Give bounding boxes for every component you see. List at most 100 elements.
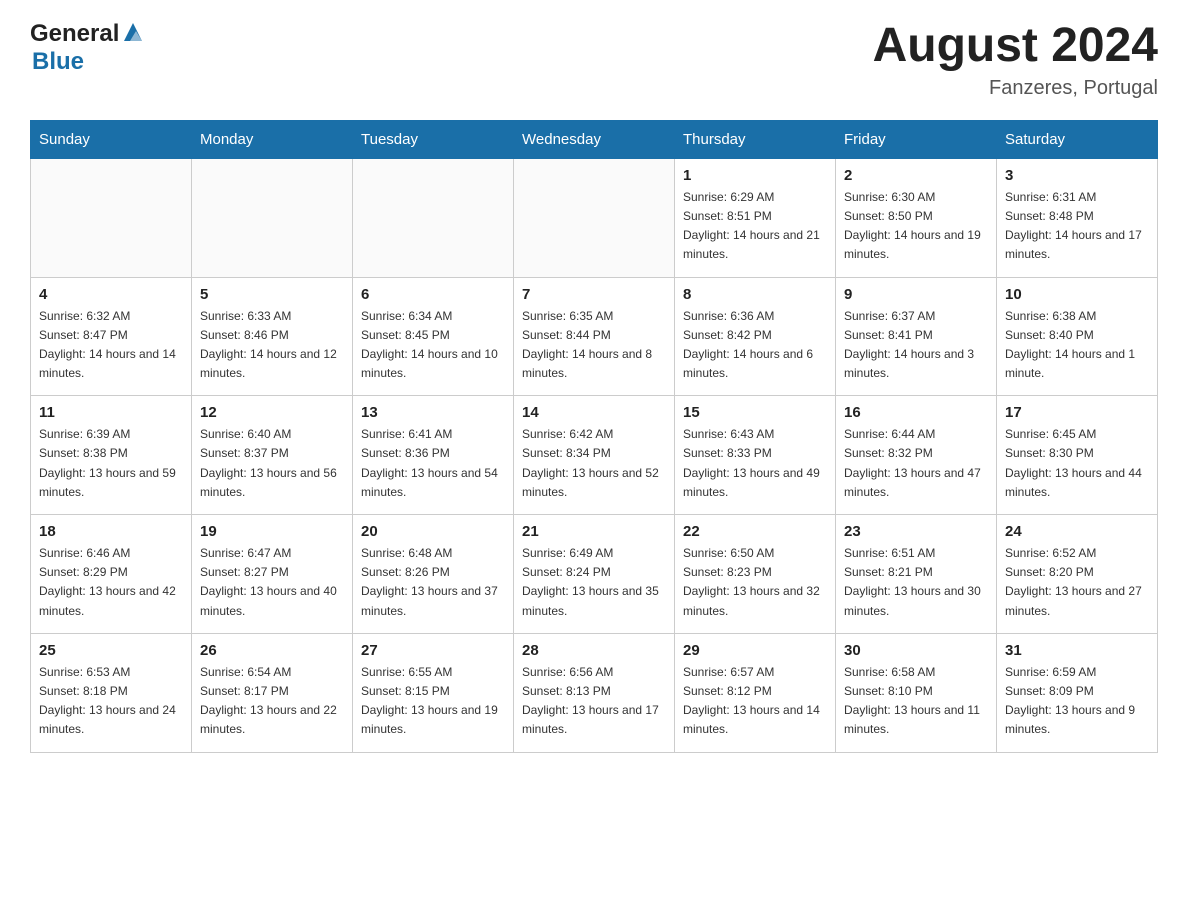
calendar-cell: 13 Sunrise: 6:41 AMSunset: 8:36 PMDayligh… (353, 396, 514, 515)
week-row-3: 11Sunrise: 6:39 AMSunset: 8:38 PMDayligh… (31, 396, 1158, 515)
day-number: 31 (1005, 642, 1149, 659)
day-number: 23 (844, 523, 988, 540)
day-info: Sunrise: 6:44 AMSunset: 8:32 PMDaylight:… (844, 425, 988, 502)
calendar-cell: 15 Sunrise: 6:43 AMSunset: 8:33 PMDayligh… (675, 396, 836, 515)
weekday-header-thursday: Thursday (675, 120, 836, 158)
day-info: Sunrise: 6:36 AMSunset: 8:42 PMDaylight:… (683, 307, 827, 384)
day-info: Sunrise: 6:43 AMSunset: 8:33 PMDaylight:… (683, 425, 827, 502)
weekday-header-monday: Monday (192, 120, 353, 158)
day-info: Sunrise: 6:32 AMSunset: 8:47 PMDaylight:… (39, 307, 183, 384)
day-info: Sunrise: 6:46 AMSunset: 8:29 PMDaylight:… (39, 544, 183, 621)
calendar-cell: 2 Sunrise: 6:30 AMSunset: 8:50 PMDaylight… (836, 158, 997, 277)
day-number: 8 (683, 286, 827, 303)
calendar-cell: 9 Sunrise: 6:37 AMSunset: 8:41 PMDaylight… (836, 277, 997, 396)
calendar-cell (353, 158, 514, 277)
day-info: Sunrise: 6:30 AMSunset: 8:50 PMDaylight:… (844, 188, 988, 265)
day-info: Sunrise: 6:56 AMSunset: 8:13 PMDaylight:… (522, 663, 666, 740)
calendar-cell: 16 Sunrise: 6:44 AMSunset: 8:32 PMDayligh… (836, 396, 997, 515)
day-info: Sunrise: 6:57 AMSunset: 8:12 PMDaylight:… (683, 663, 827, 740)
day-info: Sunrise: 6:38 AMSunset: 8:40 PMDaylight:… (1005, 307, 1149, 384)
day-number: 24 (1005, 523, 1149, 540)
day-info: Sunrise: 6:55 AMSunset: 8:15 PMDaylight:… (361, 663, 505, 740)
weekday-header-wednesday: Wednesday (514, 120, 675, 158)
calendar-cell: 31Sunrise: 6:59 AMSunset: 8:09 PMDayligh… (997, 633, 1158, 752)
day-info: Sunrise: 6:33 AMSunset: 8:46 PMDaylight:… (200, 307, 344, 384)
calendar-cell: 1 Sunrise: 6:29 AMSunset: 8:51 PMDaylight… (675, 158, 836, 277)
calendar-cell: 30Sunrise: 6:58 AMSunset: 8:10 PMDayligh… (836, 633, 997, 752)
week-row-2: 4 Sunrise: 6:32 AMSunset: 8:47 PMDaylight… (31, 277, 1158, 396)
day-info: Sunrise: 6:37 AMSunset: 8:41 PMDaylight:… (844, 307, 988, 384)
day-number: 14 (522, 404, 666, 421)
day-number: 27 (361, 642, 505, 659)
day-info: Sunrise: 6:35 AMSunset: 8:44 PMDaylight:… (522, 307, 666, 384)
day-info: Sunrise: 6:34 AMSunset: 8:45 PMDaylight:… (361, 307, 505, 384)
calendar-cell: 6Sunrise: 6:34 AMSunset: 8:45 PMDaylight… (353, 277, 514, 396)
weekday-header-tuesday: Tuesday (353, 120, 514, 158)
day-number: 18 (39, 523, 183, 540)
calendar-table: SundayMondayTuesdayWednesdayThursdayFrid… (30, 120, 1158, 753)
calendar-cell: 17Sunrise: 6:45 AMSunset: 8:30 PMDayligh… (997, 396, 1158, 515)
day-number: 2 (844, 167, 988, 184)
day-number: 21 (522, 523, 666, 540)
day-number: 28 (522, 642, 666, 659)
day-number: 7 (522, 286, 666, 303)
day-number: 1 (683, 167, 827, 184)
day-info: Sunrise: 6:42 AMSunset: 8:34 PMDaylight:… (522, 425, 666, 502)
weekday-header-saturday: Saturday (997, 120, 1158, 158)
calendar-cell: 5Sunrise: 6:33 AMSunset: 8:46 PMDaylight… (192, 277, 353, 396)
day-info: Sunrise: 6:31 AMSunset: 8:48 PMDaylight:… (1005, 188, 1149, 265)
week-row-4: 18 Sunrise: 6:46 AMSunset: 8:29 PMDayligh… (31, 515, 1158, 634)
calendar-cell: 25Sunrise: 6:53 AMSunset: 8:18 PMDayligh… (31, 633, 192, 752)
title-area: August 2024 Fanzeres, Portugal (873, 20, 1158, 100)
day-info: Sunrise: 6:41 AMSunset: 8:36 PMDaylight:… (361, 425, 505, 502)
calendar-cell: 24 Sunrise: 6:52 AMSunset: 8:20 PMDayligh… (997, 515, 1158, 634)
day-info: Sunrise: 6:48 AMSunset: 8:26 PMDaylight:… (361, 544, 505, 621)
day-info: Sunrise: 6:49 AMSunset: 8:24 PMDaylight:… (522, 544, 666, 621)
day-number: 26 (200, 642, 344, 659)
calendar-cell: 20Sunrise: 6:48 AMSunset: 8:26 PMDayligh… (353, 515, 514, 634)
day-number: 11 (39, 404, 183, 421)
day-number: 19 (200, 523, 344, 540)
month-title: August 2024 (873, 20, 1158, 73)
calendar-cell (192, 158, 353, 277)
day-info: Sunrise: 6:29 AMSunset: 8:51 PMDaylight:… (683, 188, 827, 265)
logo-icon-shape (122, 21, 144, 48)
weekday-header-sunday: Sunday (31, 120, 192, 158)
calendar-cell (31, 158, 192, 277)
day-info: Sunrise: 6:51 AMSunset: 8:21 PMDaylight:… (844, 544, 988, 621)
calendar-cell: 8 Sunrise: 6:36 AMSunset: 8:42 PMDaylight… (675, 277, 836, 396)
calendar-cell: 29 Sunrise: 6:57 AMSunset: 8:12 PMDayligh… (675, 633, 836, 752)
day-info: Sunrise: 6:58 AMSunset: 8:10 PMDaylight:… (844, 663, 988, 740)
day-number: 10 (1005, 286, 1149, 303)
day-info: Sunrise: 6:54 AMSunset: 8:17 PMDaylight:… (200, 663, 344, 740)
logo-general-text: General (30, 20, 119, 48)
week-row-1: 1 Sunrise: 6:29 AMSunset: 8:51 PMDaylight… (31, 158, 1158, 277)
calendar-cell: 3 Sunrise: 6:31 AMSunset: 8:48 PMDaylight… (997, 158, 1158, 277)
day-number: 9 (844, 286, 988, 303)
day-number: 3 (1005, 167, 1149, 184)
calendar-cell: 19Sunrise: 6:47 AMSunset: 8:27 PMDayligh… (192, 515, 353, 634)
day-info: Sunrise: 6:53 AMSunset: 8:18 PMDaylight:… (39, 663, 183, 740)
day-number: 16 (844, 404, 988, 421)
logo-blue-text: Blue (32, 48, 84, 75)
weekday-header-friday: Friday (836, 120, 997, 158)
day-info: Sunrise: 6:52 AMSunset: 8:20 PMDaylight:… (1005, 544, 1149, 621)
day-number: 13 (361, 404, 505, 421)
day-number: 15 (683, 404, 827, 421)
day-number: 4 (39, 286, 183, 303)
calendar-cell: 22Sunrise: 6:50 AMSunset: 8:23 PMDayligh… (675, 515, 836, 634)
calendar-cell: 4 Sunrise: 6:32 AMSunset: 8:47 PMDaylight… (31, 277, 192, 396)
calendar-cell (514, 158, 675, 277)
calendar-cell: 28 Sunrise: 6:56 AMSunset: 8:13 PMDayligh… (514, 633, 675, 752)
day-number: 12 (200, 404, 344, 421)
calendar-cell: 18 Sunrise: 6:46 AMSunset: 8:29 PMDayligh… (31, 515, 192, 634)
calendar-cell: 14 Sunrise: 6:42 AMSunset: 8:34 PMDayligh… (514, 396, 675, 515)
day-number: 22 (683, 523, 827, 540)
calendar-cell: 10 Sunrise: 6:38 AMSunset: 8:40 PMDayligh… (997, 277, 1158, 396)
weekday-header-row: SundayMondayTuesdayWednesdayThursdayFrid… (31, 120, 1158, 158)
calendar-cell: 27 Sunrise: 6:55 AMSunset: 8:15 PMDayligh… (353, 633, 514, 752)
day-info: Sunrise: 6:40 AMSunset: 8:37 PMDaylight:… (200, 425, 344, 502)
calendar-cell: 23 Sunrise: 6:51 AMSunset: 8:21 PMDayligh… (836, 515, 997, 634)
calendar-cell: 11Sunrise: 6:39 AMSunset: 8:38 PMDayligh… (31, 396, 192, 515)
day-number: 29 (683, 642, 827, 659)
